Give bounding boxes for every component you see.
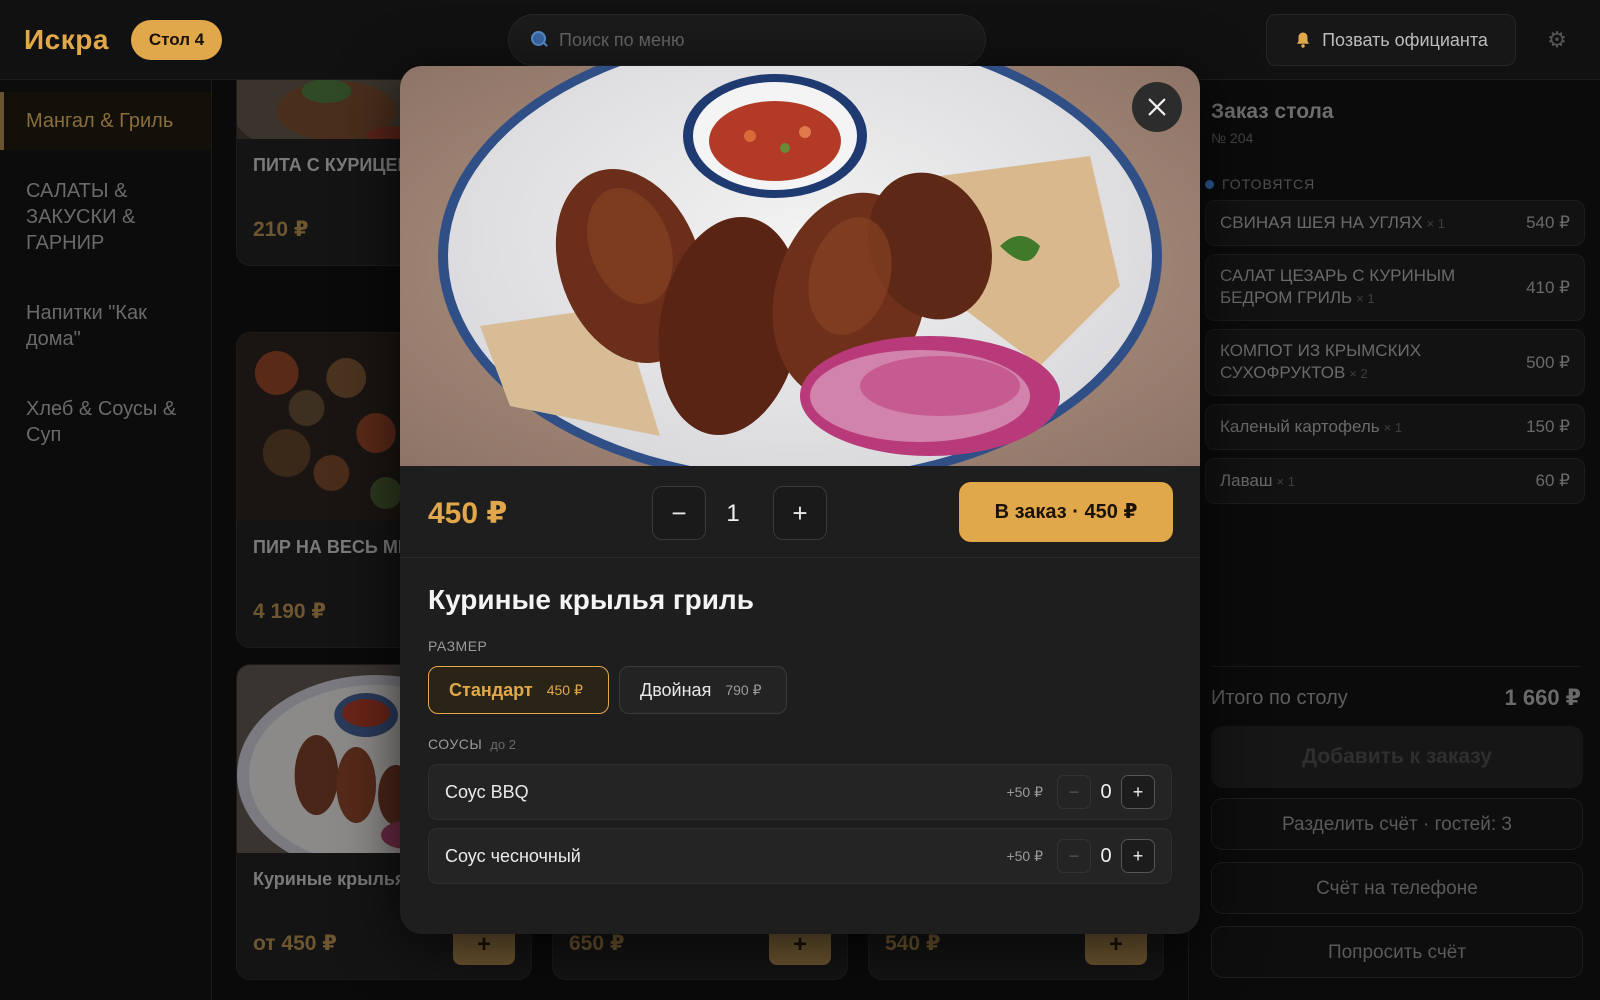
add-to-order-cta-button[interactable]: В заказ · 450 ₽	[959, 482, 1173, 542]
sauce-row-garlic: Соус чесночный +50 ₽ − 0 +	[428, 828, 1172, 884]
sauce-decrease-button[interactable]: −	[1057, 775, 1091, 809]
size-label: Двойная	[640, 679, 712, 700]
modal-price: 450 ₽	[428, 497, 508, 530]
size-price: 450 ₽	[546, 681, 583, 698]
sauce-price: +50 ₽	[1006, 847, 1043, 864]
size-section-label: РАЗМЕР	[428, 638, 488, 654]
size-price: 790 ₽	[725, 681, 762, 698]
sauce-row-bbq: Соус BBQ +50 ₽ − 0 +	[428, 764, 1172, 820]
close-icon	[1148, 98, 1166, 116]
dish-hero-image	[400, 66, 1200, 466]
sauce-price: +50 ₽	[1006, 783, 1043, 800]
close-button[interactable]	[1132, 82, 1182, 132]
sauces-section-label: СОУСЫ до 2	[428, 736, 516, 752]
sauce-qty: 0	[1100, 780, 1112, 803]
app-root: Искра Стол 4 Позвать официанта ⚙ Мангал …	[0, 0, 1600, 1000]
size-option-double[interactable]: Двойная 790 ₽	[619, 666, 787, 714]
sauce-decrease-button[interactable]: −	[1057, 839, 1091, 873]
dish-modal: 450 ₽ − 1 + В заказ · 450 ₽ Куриные крыл…	[400, 66, 1200, 934]
size-label: Стандарт	[449, 679, 533, 700]
sauce-increase-button[interactable]: +	[1121, 775, 1155, 809]
dish-title: Куриные крылья гриль	[428, 584, 754, 615]
sauces-limit: до 2	[490, 737, 516, 752]
quantity-value: 1	[726, 500, 740, 527]
quantity-decrease-button[interactable]: −	[652, 486, 706, 540]
sauce-name: Соус BBQ	[445, 781, 529, 802]
sauce-increase-button[interactable]: +	[1121, 839, 1155, 873]
sauce-name: Соус чесночный	[445, 845, 581, 866]
purchase-bar: 450 ₽ − 1 + В заказ · 450 ₽	[400, 466, 1200, 558]
sauces-label: СОУСЫ	[428, 736, 483, 752]
size-option-standard[interactable]: Стандарт 450 ₽	[428, 666, 609, 714]
quantity-increase-button[interactable]: +	[773, 486, 827, 540]
sauce-qty: 0	[1100, 844, 1112, 867]
